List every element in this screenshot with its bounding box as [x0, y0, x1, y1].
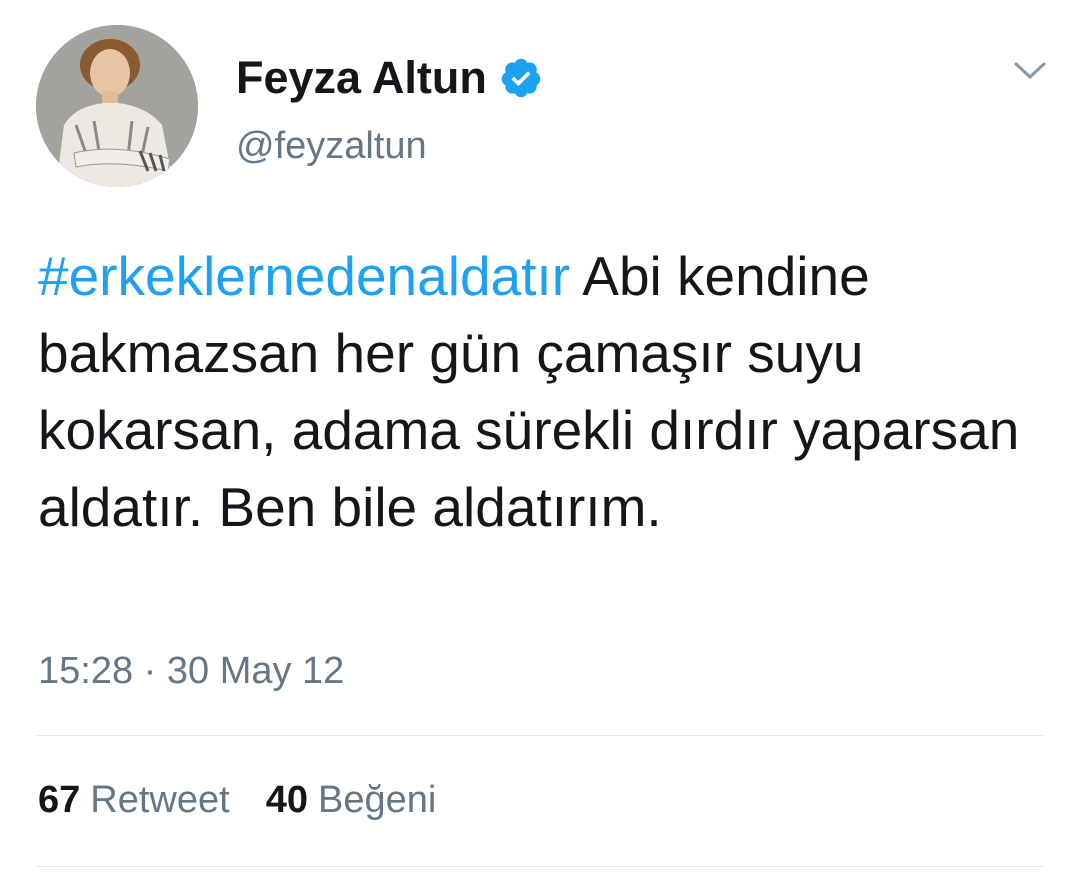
tweet-timestamp[interactable]: 15:28 · 30 May 12 [38, 647, 344, 695]
tweet-stats: 67 Retweet 40 Beğeni [38, 776, 436, 824]
avatar[interactable] [36, 25, 198, 187]
retweet-stat[interactable]: 67 Retweet [38, 776, 230, 824]
display-name-text: Feyza Altun [236, 52, 487, 103]
tweet-text: #erkeklernedenaldatır Abi kendine bakmaz… [38, 238, 1048, 546]
tweet-card: Feyza Altun @feyzaltun #erkeklernedenald… [0, 0, 1080, 879]
like-label: Beğeni [317, 779, 437, 821]
retweet-count: 67 [38, 779, 81, 821]
hashtag-link[interactable]: #erkeklernedenaldatır [38, 245, 570, 307]
like-stat[interactable]: 40 Beğeni [266, 776, 437, 824]
user-handle[interactable]: @feyzaltun [236, 122, 427, 170]
like-count: 40 [265, 779, 308, 821]
verified-badge-icon [501, 58, 541, 98]
avatar-image [36, 25, 198, 187]
chevron-down-icon[interactable] [1010, 55, 1050, 85]
retweet-label: Retweet [90, 779, 230, 821]
display-name[interactable]: Feyza Altun [236, 50, 543, 106]
divider [36, 866, 1044, 867]
divider [36, 735, 1044, 736]
